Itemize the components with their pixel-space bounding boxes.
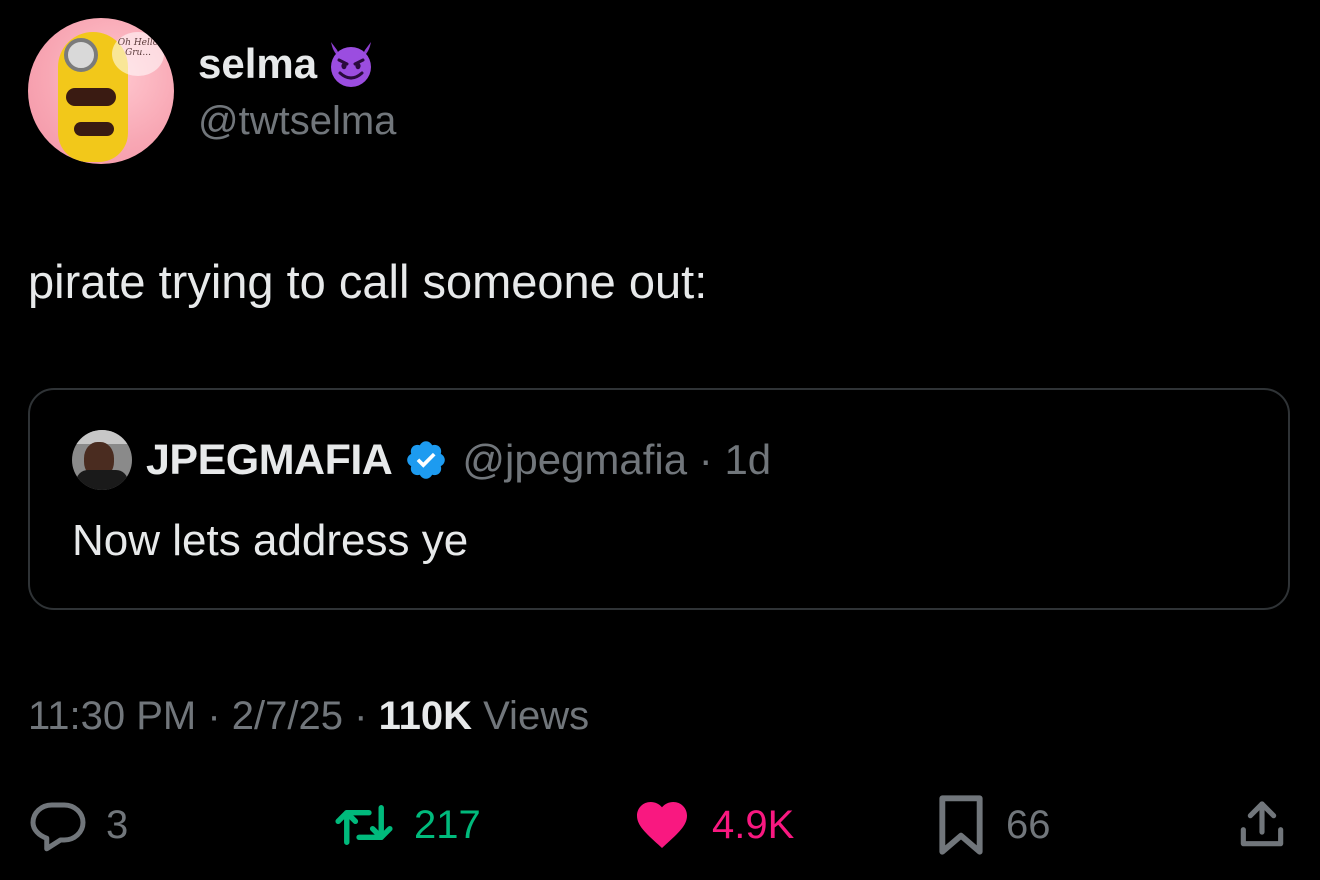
bookmark-count: 66 [1006,802,1051,847]
avatar-bikini-bottom [74,122,114,136]
tweet-meta: 11:30 PM · 2/7/25 · 110K Views [28,690,589,742]
author-avatar[interactable]: Oh Hello Gru... [28,18,174,164]
quoted-author-display-name[interactable]: JPEGMAFIA [146,436,393,485]
quoted-avatar-shirt [76,470,128,490]
retweet-button[interactable]: 217 [332,790,481,860]
share-icon [1240,801,1284,847]
quoted-tweet-text: Now lets address ye [72,516,469,565]
author-display-name[interactable]: selma [198,40,317,88]
meta-separator: · [343,694,379,738]
reply-count: 3 [106,802,129,847]
tweet-action-bar: 3 217 4.9K 66 [0,790,1320,860]
bookmark-icon [939,795,983,855]
tweet-header: Oh Hello Gru... selma @twtselma [28,18,396,164]
author-handle[interactable]: @twtselma [198,96,396,146]
reply-button[interactable]: 3 [28,790,128,860]
quoted-author-avatar[interactable] [72,430,132,490]
views-label: Views [471,694,590,738]
like-button[interactable]: 4.9K [630,790,794,860]
quoted-tweet-header: JPEGMAFIA @jpegmafia · 1d [72,430,771,490]
share-button[interactable] [1234,790,1290,860]
heart-icon [637,802,687,848]
tweet-date[interactable]: 2/7/25 [232,694,343,738]
tweet-text: pirate trying to call someone out: [28,255,708,308]
display-name-row: selma [198,36,396,92]
reply-icon [30,802,86,852]
avatar-bikini-top [66,88,116,106]
bookmark-button[interactable]: 66 [934,790,1051,860]
retweet-count: 217 [414,802,481,847]
like-count: 4.9K [712,802,795,847]
retweet-icon [335,805,393,845]
smiling-devil-emoji-icon [331,42,372,87]
meta-separator: · [196,694,232,738]
views-count: 110K [378,694,472,738]
avatar-speech-bubble: Oh Hello Gru... [112,32,164,76]
tweet-time[interactable]: 11:30 PM [28,694,196,738]
verified-badge-icon [407,441,446,479]
quoted-author-handle-time[interactable]: @jpegmafia · 1d [462,436,771,484]
author-names: selma @twtselma [198,36,396,146]
avatar-goggle [64,38,98,72]
quoted-tweet-card[interactable]: JPEGMAFIA @jpegmafia · 1d Now lets addre… [28,388,1290,610]
